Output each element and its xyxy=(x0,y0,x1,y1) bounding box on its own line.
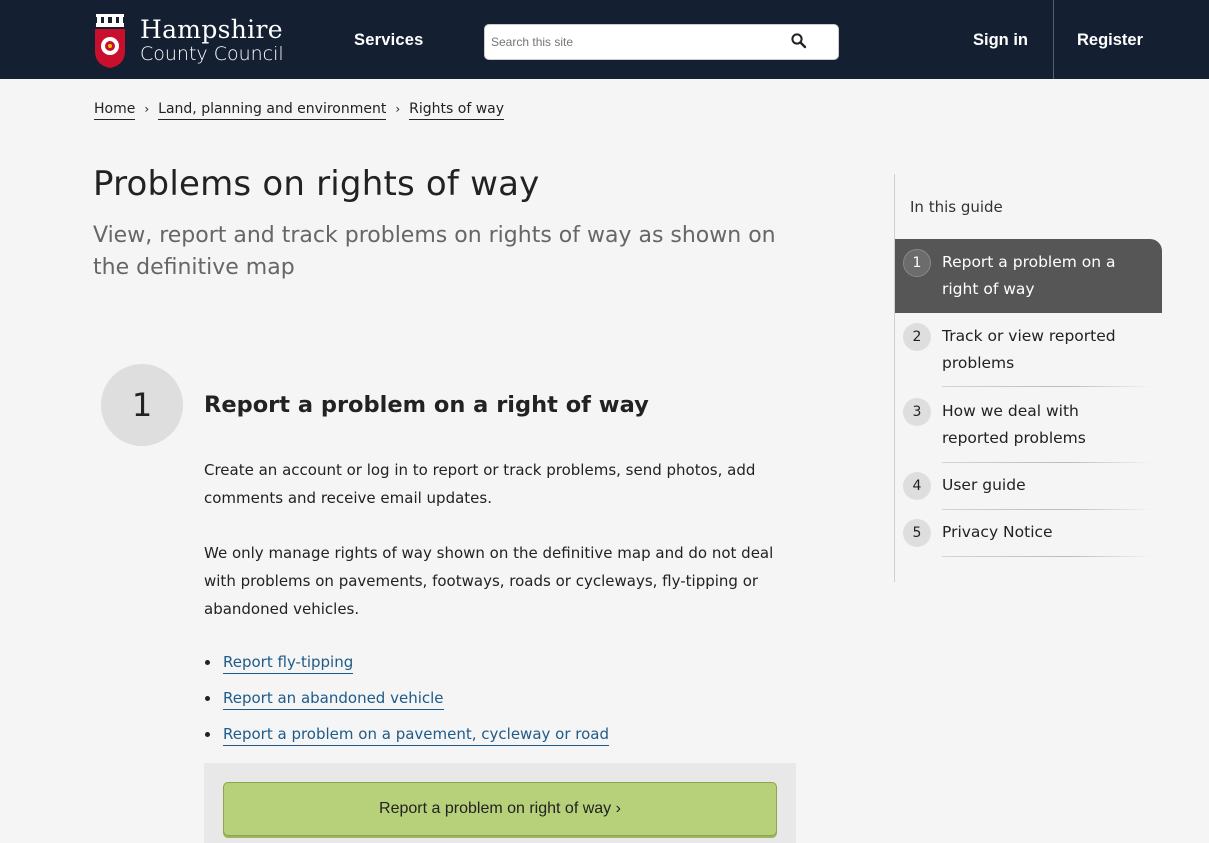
guide-title: In this guide xyxy=(910,198,1003,216)
related-links-list: Report fly-tipping Report an abandoned v… xyxy=(204,650,609,758)
step-intro-paragraph: Create an account or log in to report or… xyxy=(204,461,756,507)
list-item: Report fly-tipping xyxy=(204,650,609,686)
step-heading: Report a problem on a right of way xyxy=(204,392,649,418)
breadcrumb-land-planning[interactable]: Land, planning and environment xyxy=(158,101,387,120)
search-icon[interactable] xyxy=(790,32,808,50)
services-menu-button[interactable]: Services xyxy=(354,31,424,50)
guide-item-privacy[interactable]: 5 Privacy Notice xyxy=(895,510,1162,557)
council-logo[interactable]: Hampshire County Council xyxy=(93,13,308,69)
guide-item-number: 4 xyxy=(903,472,931,500)
report-pavement-problem-link[interactable]: Report a problem on a pavement, cycleway… xyxy=(223,725,609,746)
guide-item-number: 2 xyxy=(903,323,931,351)
report-problem-button[interactable]: Report a problem on right of way › xyxy=(223,782,777,836)
guide-item-user-guide[interactable]: 4 User guide xyxy=(895,463,1162,510)
guide-item-number: 5 xyxy=(903,519,931,547)
site-header: Hampshire County Council Services Sign i… xyxy=(0,0,1209,79)
step-scope-paragraph: We only manage rights of way shown on th… xyxy=(204,544,774,618)
logo-line-2: County Council xyxy=(140,43,284,65)
search-box xyxy=(484,24,839,60)
crest-icon xyxy=(95,14,125,68)
breadcrumb-rights-of-way[interactable]: Rights of way xyxy=(409,101,505,120)
page-subtitle: View, report and track problems on right… xyxy=(93,223,776,280)
guide-item-label: Privacy Notice xyxy=(942,523,1053,541)
list-item: Report an abandoned vehicle xyxy=(204,686,609,722)
guide-item-label: Report a problem on a right of way xyxy=(942,253,1116,298)
header-divider xyxy=(1053,0,1054,79)
breadcrumb-home[interactable]: Home xyxy=(94,101,136,120)
register-link[interactable]: Register xyxy=(1077,31,1143,50)
page-title: Problems on rights of way xyxy=(93,164,540,204)
guide-item-label: User guide xyxy=(942,476,1026,494)
cta-panel: Report a problem on right of way › xyxy=(204,763,796,843)
guide-item-how-we-deal[interactable]: 3 How we deal with reported problems xyxy=(895,387,1162,463)
guide-item-label: How we deal with reported problems xyxy=(942,402,1086,447)
search-input[interactable] xyxy=(491,33,781,51)
logo-line-1: Hampshire xyxy=(140,15,283,44)
guide-item-label: Track or view reported problems xyxy=(942,327,1116,372)
guide-divider xyxy=(942,556,1152,557)
sign-in-link[interactable]: Sign in xyxy=(973,31,1028,50)
guide-item-report[interactable]: 1 Report a problem on a right of way xyxy=(895,239,1162,313)
guide-item-number: 3 xyxy=(903,398,931,426)
chevron-right-icon: › xyxy=(395,102,401,116)
step-number-badge: 1 xyxy=(101,364,183,446)
report-abandoned-vehicle-link[interactable]: Report an abandoned vehicle xyxy=(223,689,444,710)
list-item: Report a problem on a pavement, cycleway… xyxy=(204,722,609,758)
breadcrumb: Home › Land, planning and environment › Righ… xyxy=(94,101,505,120)
chevron-right-icon: › xyxy=(144,102,150,116)
report-fly-tipping-link[interactable]: Report fly-tipping xyxy=(223,653,354,674)
guide-item-track[interactable]: 2 Track or view reported problems xyxy=(895,313,1162,387)
guide-item-number: 1 xyxy=(903,249,931,277)
guide-navigation: In this guide 1 Report a problem on a ri… xyxy=(894,174,1162,582)
